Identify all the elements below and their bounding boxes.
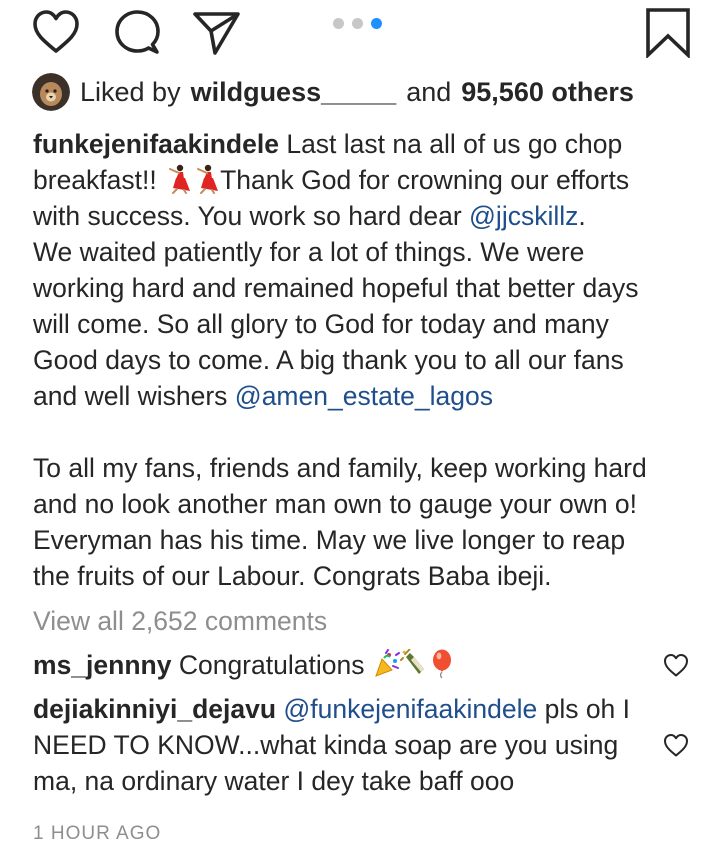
heart-icon[interactable]: [30, 6, 82, 58]
heart-icon[interactable]: [662, 731, 690, 759]
caption-text: will come. So all glory to God for today…: [33, 309, 609, 339]
instagram-post-details: Liked by wildguess_____ and 95,560 other…: [0, 0, 720, 858]
carousel-dot-active: [371, 17, 382, 29]
caption-text: To all my fans, friends and family, keep…: [33, 453, 647, 483]
bookmark-icon[interactable]: [642, 6, 694, 58]
caption-text: working hard and remained hopeful that b…: [33, 273, 639, 303]
comment-text: NEED TO KNOW...what kinda soap are you u…: [33, 730, 619, 760]
post-timestamp: 1 HOUR AGO: [33, 823, 162, 844]
likes-count[interactable]: 95,560 others: [461, 77, 634, 108]
caption-text: with success. You work so hard dear: [33, 201, 462, 231]
caption-text: We waited patiently for a lot of things.…: [33, 237, 585, 267]
caption-text: and well wishers: [33, 381, 228, 411]
comment-item: dejiakinniyi_dejavu @funkejenifaakindele…: [33, 691, 653, 799]
comment-text: Congratulations: [178, 650, 365, 680]
liked-by-prefix: Liked by: [80, 76, 181, 107]
comment-username[interactable]: dejiakinniyi_dejavu: [33, 694, 276, 724]
comment-username[interactable]: ms_jennny: [33, 650, 171, 680]
paragraph-break: [33, 414, 705, 450]
liked-by-and: and: [406, 76, 452, 107]
comment-text: ma, na ordinary water I dey take baff oo…: [33, 766, 515, 796]
mention-link[interactable]: @jjcskillz: [469, 201, 578, 231]
balloon-emoji: [428, 649, 456, 679]
mention-link[interactable]: @amen_estate_lagos: [235, 381, 493, 411]
caption-text: and no look another man own to gauge you…: [33, 489, 638, 519]
mention-link[interactable]: @funkejenifaakindele: [283, 694, 537, 724]
carousel-dot: [352, 17, 363, 29]
carousel-dot: [333, 17, 344, 29]
champagne-bottle-emoji: [399, 649, 428, 679]
view-all-comments-link[interactable]: View all 2,652 comments: [33, 603, 327, 639]
woman-dancing-emoji: [192, 164, 220, 194]
comment-item: ms_jennny Congratulations: [33, 647, 653, 683]
carousel-indicator: [333, 17, 382, 29]
caption-username[interactable]: funkejenifaakindele: [33, 129, 279, 159]
caption-text: breakfast!!: [33, 165, 157, 195]
likes-summary[interactable]: Liked by wildguess_____ and 95,560 other…: [32, 72, 634, 112]
caption-text: Thank God for crowning our efforts: [220, 165, 630, 195]
caption-text: Everyman has his time. May we live longe…: [33, 525, 626, 555]
caption-text: Last last na all of us go chop: [286, 129, 623, 159]
heart-icon[interactable]: [662, 651, 690, 679]
party-popper-emoji: [372, 649, 400, 679]
caption-text: the fruits of our Labour. Congrats Baba …: [33, 561, 552, 591]
post-action-bar: [0, 0, 720, 64]
caption-text: Good days to come. A big thank you to al…: [33, 345, 624, 375]
comment-text: pls oh I: [544, 694, 631, 724]
liked-by-username[interactable]: wildguess_____: [191, 77, 397, 108]
comment-bubble-icon[interactable]: [110, 6, 162, 58]
woman-dancing-emoji: [164, 164, 192, 194]
avatar[interactable]: [32, 73, 70, 111]
paper-plane-icon[interactable]: [190, 6, 242, 58]
caption-text: .: [578, 201, 586, 231]
post-caption: funkejenifaakindele Last last na all of …: [33, 126, 705, 594]
